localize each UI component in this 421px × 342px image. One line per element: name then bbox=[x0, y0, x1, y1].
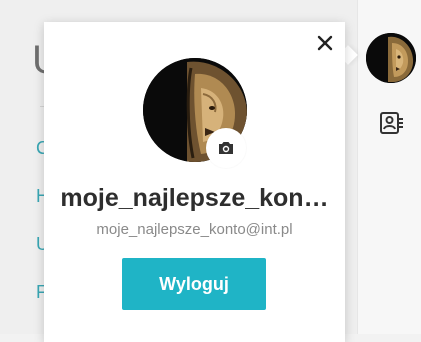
change-photo-button[interactable] bbox=[206, 128, 246, 168]
profile-popup: moje_najlepsze_kon… moje_najlepsze_konto… bbox=[44, 22, 345, 342]
camera-icon bbox=[219, 142, 233, 154]
right-toolbar bbox=[357, 0, 421, 334]
close-icon bbox=[317, 35, 333, 51]
user-avatar-button[interactable] bbox=[366, 33, 416, 83]
username: moje_najlepsze_kon… bbox=[60, 184, 329, 212]
logout-button[interactable]: Wyloguj bbox=[122, 258, 266, 310]
contact-card-icon[interactable] bbox=[378, 110, 404, 136]
lion-avatar-icon bbox=[366, 33, 416, 83]
close-button[interactable] bbox=[312, 30, 338, 56]
user-email: moje_najlepsze_konto@int.pl bbox=[96, 221, 293, 238]
